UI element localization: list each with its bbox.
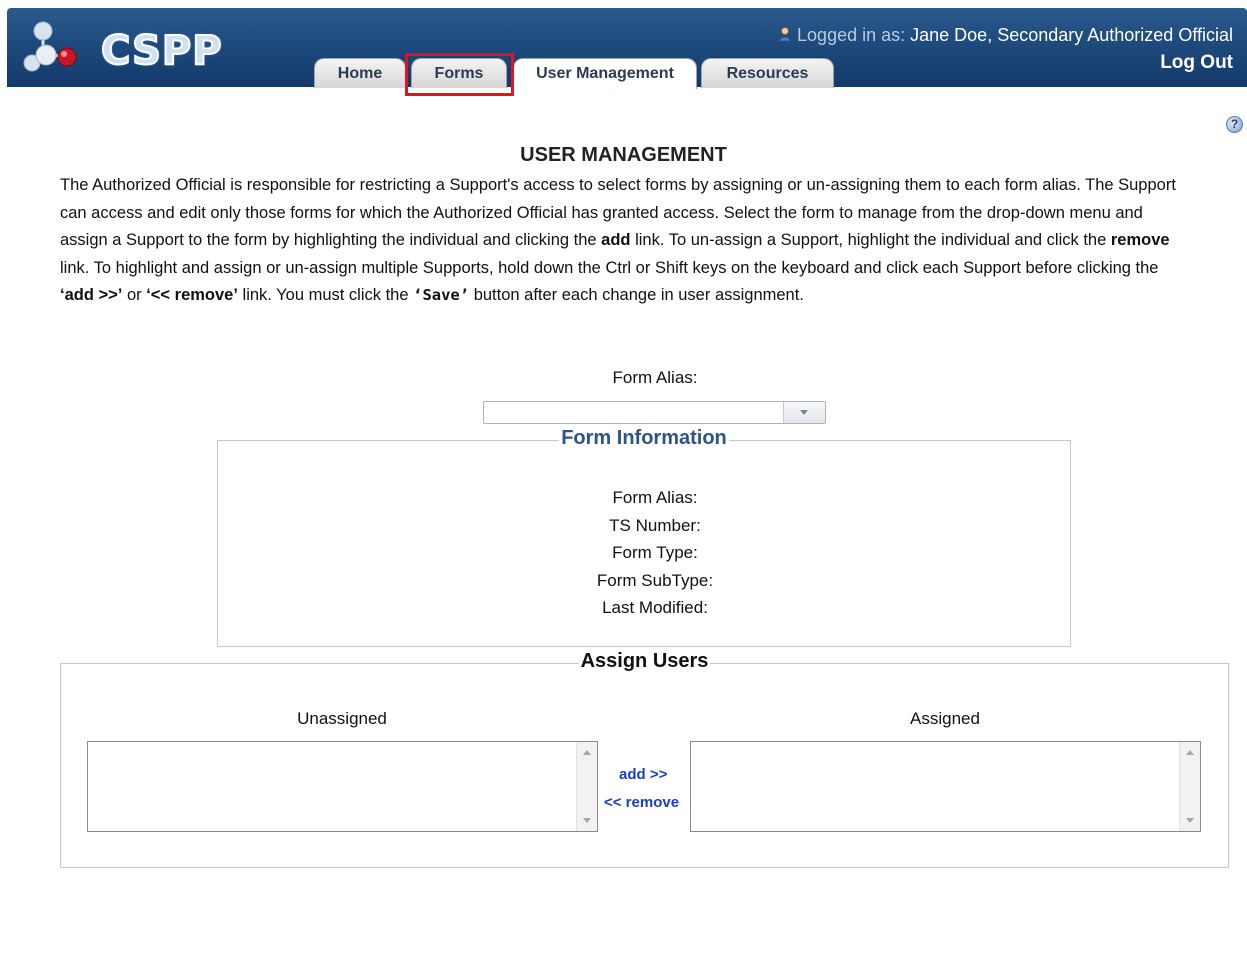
intro-paragraph: The Authorized Official is responsible f… [60, 172, 1180, 310]
assigned-label: Assigned [910, 709, 980, 728]
intro-text-5: link. You must click the [237, 286, 414, 304]
add-link[interactable]: add >> [619, 766, 667, 783]
form-alias-label: Form Alias: [612, 368, 698, 387]
info-row-form-alias: Form Alias: [612, 488, 698, 507]
intro-bold-add-link: ‘add >>’ [60, 286, 123, 304]
intro-bold-add: add [601, 231, 631, 249]
intro-bold-save: ‘Save’ [413, 286, 470, 304]
logo-text: CSPP [100, 27, 223, 75]
tab-forms[interactable]: Forms [411, 58, 507, 88]
logged-in-prefix: Logged in as: [797, 25, 906, 45]
unassigned-label: Unassigned [297, 709, 387, 728]
cspp-logo[interactable]: CSPP [23, 18, 223, 78]
login-info: Logged in as: Jane Doe, Secondary Author… [777, 25, 1233, 46]
scroll-down-icon[interactable] [1186, 818, 1194, 823]
info-row-form-subtype: Form SubType: [596, 570, 714, 590]
intro-text-4: or [122, 286, 147, 304]
chevron-down-icon [800, 410, 808, 415]
info-row-form-type: Form Type: [612, 543, 698, 562]
intro-text-2: link. To un-assign a Support, highlight … [630, 231, 1111, 249]
dropdown-button[interactable] [783, 402, 825, 423]
logged-in-user: Jane Doe, Secondary Authorized Official [910, 25, 1233, 45]
scroll-up-icon[interactable] [1186, 750, 1194, 755]
form-information-legend: Form Information [559, 427, 729, 449]
assign-users-legend: Assign Users [578, 650, 711, 672]
info-row-ts-number: TS Number: [609, 515, 701, 535]
logout-link[interactable]: Log Out [1160, 52, 1233, 74]
form-information-rows: Form Alias: TS Number: Form Type: Form S… [0, 484, 880, 622]
user-icon [777, 26, 793, 42]
intro-bold-remove: remove [1110, 231, 1170, 249]
scroll-down-icon[interactable] [583, 818, 591, 823]
form-alias-dropdown[interactable] [483, 401, 826, 424]
tab-user-management[interactable]: User Management [513, 58, 697, 89]
intro-text-6: button after each change in user assignm… [469, 286, 804, 304]
unassigned-listbox[interactable] [87, 741, 598, 832]
assigned-listbox[interactable] [690, 741, 1201, 832]
tab-resources[interactable]: Resources [701, 58, 834, 88]
tab-home[interactable]: Home [314, 58, 406, 88]
page-title: USER MANAGEMENT [520, 144, 727, 166]
info-row-last-modified: Last Modified: [602, 598, 708, 617]
assigned-scrollbar[interactable] [1179, 742, 1200, 831]
remove-link[interactable]: << remove [604, 794, 679, 811]
intro-bold-remove-link: ‘<< remove’ [146, 286, 238, 304]
intro-text-3: link. To highlight and assign or un-assi… [60, 258, 1159, 277]
help-icon[interactable]: ? [1226, 116, 1243, 133]
molecule-logo-icon [23, 21, 77, 72]
scroll-up-icon[interactable] [583, 750, 591, 755]
unassigned-scrollbar[interactable] [576, 742, 597, 831]
